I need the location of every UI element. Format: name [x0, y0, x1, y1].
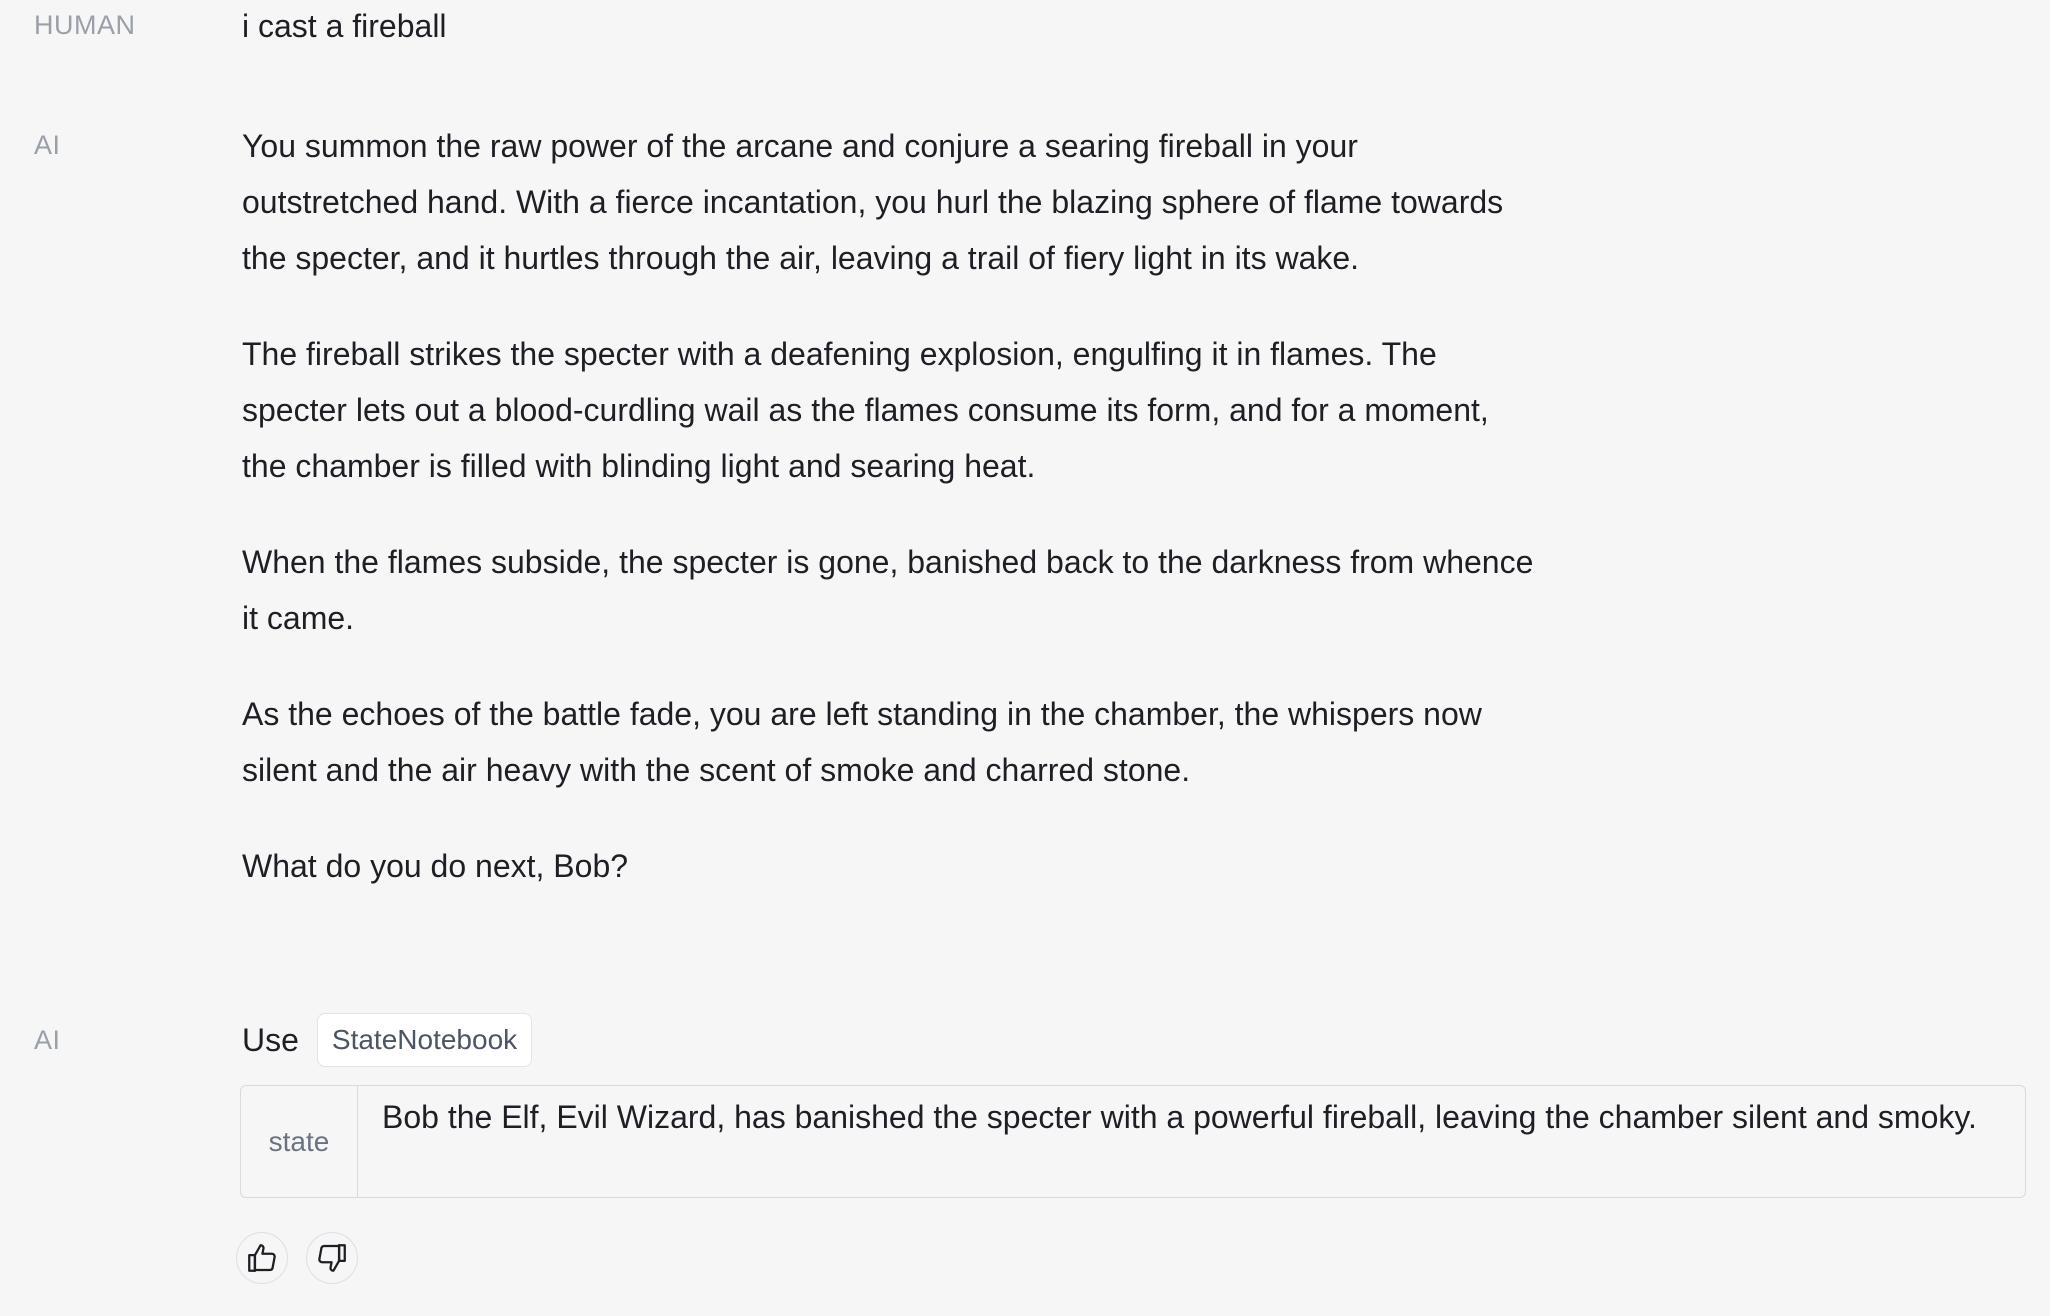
ai-tool-role-label: AI	[34, 1025, 61, 1055]
thumbs-up-icon	[248, 1244, 276, 1272]
ai-paragraph: The fireball strikes the specter with a …	[242, 336, 1489, 484]
tool-call-header: Use StateNotebook	[242, 1013, 533, 1067]
human-message: i cast a fireball	[242, 8, 447, 44]
thumbs-down-icon	[318, 1244, 346, 1272]
chat-transcript: HUMAN i cast a fireball AI You summon th…	[0, 0, 2050, 1316]
ai-paragraph: As the echoes of the battle fade, you ar…	[242, 696, 1482, 788]
ai-paragraph: What do you do next, Bob?	[242, 848, 629, 884]
ai-paragraph: You summon the raw power of the arcane a…	[242, 128, 1504, 276]
tool-arg-key: state	[241, 1086, 358, 1197]
ai-paragraph: When the flames subside, the specter is …	[242, 544, 1534, 636]
feedback-bar	[236, 1232, 358, 1284]
tool-name-chip: StateNotebook	[316, 1013, 533, 1067]
tool-use-label: Use	[242, 1021, 299, 1058]
tool-arg-value: Bob the Elf, Evil Wizard, has banished t…	[382, 1099, 1977, 1135]
ai-role-label: AI	[34, 130, 61, 160]
thumbs-up-button[interactable]	[236, 1232, 288, 1284]
thumbs-down-button[interactable]	[306, 1232, 358, 1284]
tool-args-table: state Bob the Elf, Evil Wizard, has bani…	[240, 1085, 2026, 1198]
human-role-label: HUMAN	[34, 10, 136, 40]
ai-message: You summon the raw power of the arcane a…	[242, 118, 1542, 894]
